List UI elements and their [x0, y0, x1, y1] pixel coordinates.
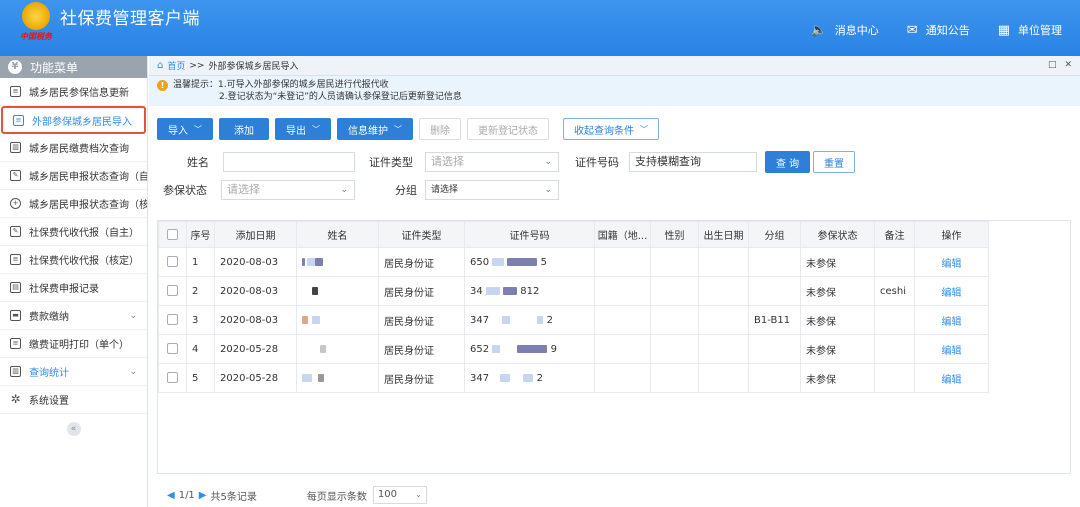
breadcrumb-current: 外部参保城乡居民导入	[208, 62, 299, 72]
group-select[interactable]: 请选择 ⌄	[425, 180, 559, 200]
export-button[interactable]: 导出 ﹀	[275, 118, 331, 140]
chevron-down-icon: ⌄	[544, 157, 552, 167]
edit-link[interactable]: 编辑	[914, 363, 989, 393]
table-row: 3 2020-08-03 居民身份证 347 2 B1-B11 未参保 编辑	[158, 305, 989, 335]
breadcrumb-home[interactable]: 首页	[167, 59, 185, 72]
status-select[interactable]: 请选择 ⌄	[221, 180, 355, 200]
close-icon[interactable]: ✕	[1064, 60, 1072, 70]
chevron-down-icon: ⌄	[129, 366, 137, 377]
nav-unit-management[interactable]: ▦ 单位管理	[998, 22, 1062, 38]
id-number-input[interactable]: 支持模糊查询	[629, 152, 757, 172]
sidebar-item-external-import[interactable]: ≡ 外部参保城乡居民导入	[1, 106, 146, 134]
edit-link[interactable]: 编辑	[914, 276, 989, 306]
tips-banner: ! 温馨提示：1.可导入外部参保的城乡居民进行代报代收 2.登记状态为“未登记”…	[149, 76, 1080, 106]
sidebar-item-proxy-self[interactable]: ✎ 社保费代收代报（自主）	[0, 218, 147, 246]
edit-link[interactable]: 编辑	[914, 305, 989, 335]
table-row: 4 2020-05-28 居民身份证 652 9 未参保 编辑	[158, 334, 989, 364]
building-icon: ▦	[997, 22, 1010, 38]
chevron-down-icon: ﹀	[394, 124, 402, 134]
print-icon: ≡	[10, 338, 21, 349]
add-button[interactable]: 添加	[219, 118, 269, 140]
data-table: 序号 添加日期 姓名 证件类型 证件号码 国籍（地... 性别 出生日期 分组 …	[157, 220, 1071, 474]
next-page-icon[interactable]: ▶	[199, 490, 207, 501]
edit-link[interactable]: 编辑	[914, 247, 989, 277]
nav-message-center[interactable]: 🔈 消息中心	[811, 22, 879, 38]
chevron-down-icon: ⌄	[415, 490, 422, 499]
table-row: 2 2020-08-03 居民身份证 34 812 未参保 ceshi 编辑	[158, 276, 989, 306]
list-icon: ≡	[13, 114, 24, 126]
row-checkbox[interactable]	[167, 285, 178, 297]
chart-icon: ▥	[10, 366, 21, 377]
delete-button[interactable]: 删除	[419, 118, 461, 140]
pagination: ◀ 1/1 ▶ 共5条记录 每页显示条数 100 ⌄	[167, 486, 427, 504]
gear-icon: ✲	[10, 392, 21, 406]
app-header: 中国税务 社保费管理客户端 🔈 消息中心 ✉ 通知公告 ▦ 单位管理	[0, 0, 1080, 56]
row-checkbox[interactable]	[167, 372, 178, 384]
redacted-name	[296, 334, 379, 364]
sidebar-item-status-query-verified[interactable]: + 城乡居民申报状态查询（核定	[0, 190, 147, 218]
import-button[interactable]: 导入 ﹀	[157, 118, 213, 140]
sidebar-item-status-query-self[interactable]: ✎ 城乡居民申报状态查询（自主	[0, 162, 147, 190]
list-icon: ≡	[10, 86, 21, 97]
chart-icon: ▥	[10, 142, 21, 153]
page-size-select[interactable]: 100 ⌄	[372, 486, 427, 504]
redacted-name	[296, 363, 379, 393]
edit-link[interactable]: 编辑	[914, 334, 989, 364]
search-button[interactable]: 查 询	[765, 151, 811, 173]
edit-icon: ✎	[10, 170, 21, 181]
redacted-name	[296, 247, 379, 277]
edit-icon: ✎	[10, 226, 21, 237]
sidebar-item-settings[interactable]: ✲ 系统设置	[0, 386, 147, 414]
breadcrumb: ⌂ 首页 >> 外部参保城乡居民导入 □ ✕	[149, 56, 1080, 76]
select-all-checkbox[interactable]	[167, 228, 178, 240]
mail-icon: ✉	[906, 22, 918, 38]
info-icon: !	[157, 80, 168, 91]
info-maintain-button[interactable]: 信息维护 ﹀	[337, 118, 413, 140]
sidebar-item-statistics[interactable]: ▥ 查询统计 ⌄	[0, 358, 147, 386]
wallet-icon: ▬	[10, 310, 21, 321]
table-header-row: 序号 添加日期 姓名 证件类型 证件号码 国籍（地... 性别 出生日期 分组 …	[158, 221, 989, 248]
sidebar-item-certificate-print[interactable]: ≡ 缴费证明打印（单个）	[0, 330, 147, 358]
chevron-down-icon: ⌄	[544, 185, 552, 195]
sidebar-item-declare-record[interactable]: ▤ 社保费申报记录	[0, 274, 147, 302]
nav-notices[interactable]: ✉ 通知公告	[907, 22, 970, 38]
redacted-name	[296, 276, 379, 306]
yen-icon: ¥	[8, 60, 22, 74]
sidebar-item-resident-info-update[interactable]: ≡ 城乡居民参保信息更新	[0, 78, 147, 106]
search-icon: +	[10, 198, 21, 209]
row-checkbox[interactable]	[167, 343, 178, 355]
list-icon: ≡	[10, 254, 21, 265]
restore-icon[interactable]: □	[1048, 60, 1057, 70]
row-checkbox[interactable]	[167, 256, 178, 268]
update-reg-status-button[interactable]: 更新登记状态	[467, 118, 549, 140]
chevron-down-icon: ﹀	[312, 124, 320, 134]
toolbar: 导入 ﹀ 添加 导出 ﹀ 信息维护 ﹀ 删除 更新登记状态 收起查询条件 ﹀	[149, 114, 1080, 144]
table-row: 1 2020-08-03 居民身份证 650 5 未参保 编辑	[158, 247, 989, 277]
app-title: 社保费管理客户端	[60, 9, 200, 29]
sidebar-collapse-button[interactable]: «	[66, 422, 81, 436]
header-nav: 🔈 消息中心 ✉ 通知公告 ▦ 单位管理	[811, 22, 1062, 38]
sidebar-item-grade-query[interactable]: ▥ 城乡居民缴费档次查询	[0, 134, 147, 162]
row-checkbox[interactable]	[167, 314, 178, 326]
sidebar: ¥ 功能菜单 ≡ 城乡居民参保信息更新 ≡ 外部参保城乡居民导入 ▥ 城乡居民缴…	[0, 56, 148, 507]
name-input[interactable]	[223, 152, 355, 172]
sidebar-item-proxy-verified[interactable]: ≡ 社保费代收代报（核定）	[0, 246, 147, 274]
collapse-query-button[interactable]: 收起查询条件 ﹀	[563, 118, 659, 140]
speaker-icon: 🔈	[810, 22, 827, 38]
main-content: ⌂ 首页 >> 外部参保城乡居民导入 □ ✕ ! 温馨提示：1.可导入外部参保的…	[149, 56, 1080, 507]
table-row: 5 2020-05-28 居民身份证 347 2 未参保 编辑	[158, 363, 989, 393]
sidebar-item-payment[interactable]: ▬ 费款缴纳 ⌄	[0, 302, 147, 330]
chevron-down-icon: ⌄	[129, 310, 137, 321]
sidebar-heading: ¥ 功能菜单	[0, 56, 147, 78]
id-type-select[interactable]: 请选择 ⌄	[425, 152, 559, 172]
reset-button[interactable]: 重置	[813, 151, 855, 173]
chevron-down-icon: ⌄	[340, 185, 348, 195]
record-icon: ▤	[10, 282, 21, 293]
tax-emblem-logo: 中国税务	[18, 2, 54, 46]
home-icon: ⌂	[157, 60, 164, 71]
chevron-down-icon: ﹀	[194, 124, 202, 134]
chevron-down-icon: ﹀	[640, 124, 648, 134]
redacted-name	[296, 305, 379, 335]
prev-page-icon[interactable]: ◀	[167, 490, 175, 501]
